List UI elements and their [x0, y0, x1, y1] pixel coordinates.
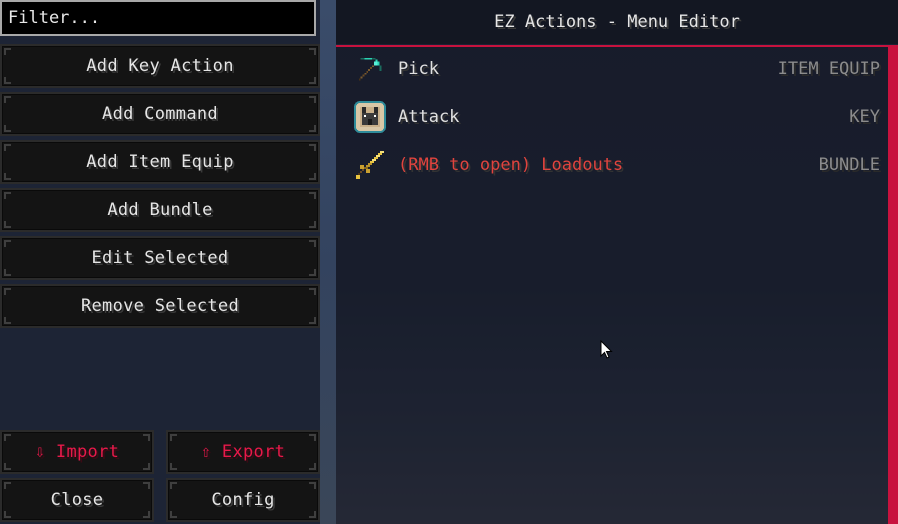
- config-label: Config: [211, 490, 275, 510]
- item-name: (RMB to open) Loadouts: [398, 155, 624, 175]
- item-type: BUNDLE: [818, 155, 880, 175]
- import-button[interactable]: ⇩ Import: [0, 430, 154, 474]
- list-item[interactable]: Pick ITEM EQUIP: [336, 47, 888, 91]
- remove-selected-button[interactable]: Remove Selected: [0, 284, 320, 328]
- add-key-action-label: Add Key Action: [86, 56, 234, 76]
- golden-sword-icon: [354, 149, 386, 181]
- add-command-label: Add Command: [102, 104, 218, 124]
- remove-selected-label: Remove Selected: [80, 296, 240, 316]
- add-item-equip-button[interactable]: Add Item Equip: [0, 140, 320, 184]
- add-key-action-button[interactable]: Add Key Action: [0, 44, 320, 88]
- add-bundle-button[interactable]: Add Bundle: [0, 188, 320, 232]
- page-title: EZ Actions - Menu Editor: [494, 12, 740, 32]
- close-label: Close: [50, 490, 104, 510]
- export-label: ⇧ Export: [200, 442, 286, 462]
- add-item-equip-label: Add Item Equip: [86, 152, 234, 172]
- action-list: Pick ITEM EQUIP Attack KEY (RMB to open)…: [336, 47, 888, 524]
- config-button[interactable]: Config: [166, 478, 320, 522]
- list-item[interactable]: (RMB to open) Loadouts BUNDLE: [336, 143, 888, 187]
- item-name: Attack: [398, 107, 460, 127]
- wolf-icon: [354, 101, 386, 133]
- edit-selected-button[interactable]: Edit Selected: [0, 236, 320, 280]
- menu-editor-screen: Add Key Action Add Command Add Item Equi…: [0, 0, 898, 524]
- list-item[interactable]: Attack KEY: [336, 95, 888, 139]
- edit-selected-label: Edit Selected: [91, 248, 229, 268]
- sidebar-panel: Add Key Action Add Command Add Item Equi…: [0, 0, 320, 524]
- import-label: ⇩ Import: [34, 442, 120, 462]
- item-type: ITEM EQUIP: [777, 59, 880, 79]
- filter-input[interactable]: [0, 0, 316, 36]
- add-command-button[interactable]: Add Command: [0, 92, 320, 136]
- add-bundle-label: Add Bundle: [107, 200, 213, 220]
- scrollbar[interactable]: [888, 47, 898, 524]
- export-button[interactable]: ⇧ Export: [166, 430, 320, 474]
- item-type: KEY: [849, 107, 880, 127]
- mouse-cursor-icon: [600, 340, 613, 359]
- title-bar: EZ Actions - Menu Editor: [336, 0, 898, 44]
- close-button[interactable]: Close: [0, 478, 154, 522]
- diamond-pickaxe-icon: [354, 53, 386, 85]
- panel-divider: [320, 0, 336, 524]
- item-name: Pick: [398, 59, 439, 79]
